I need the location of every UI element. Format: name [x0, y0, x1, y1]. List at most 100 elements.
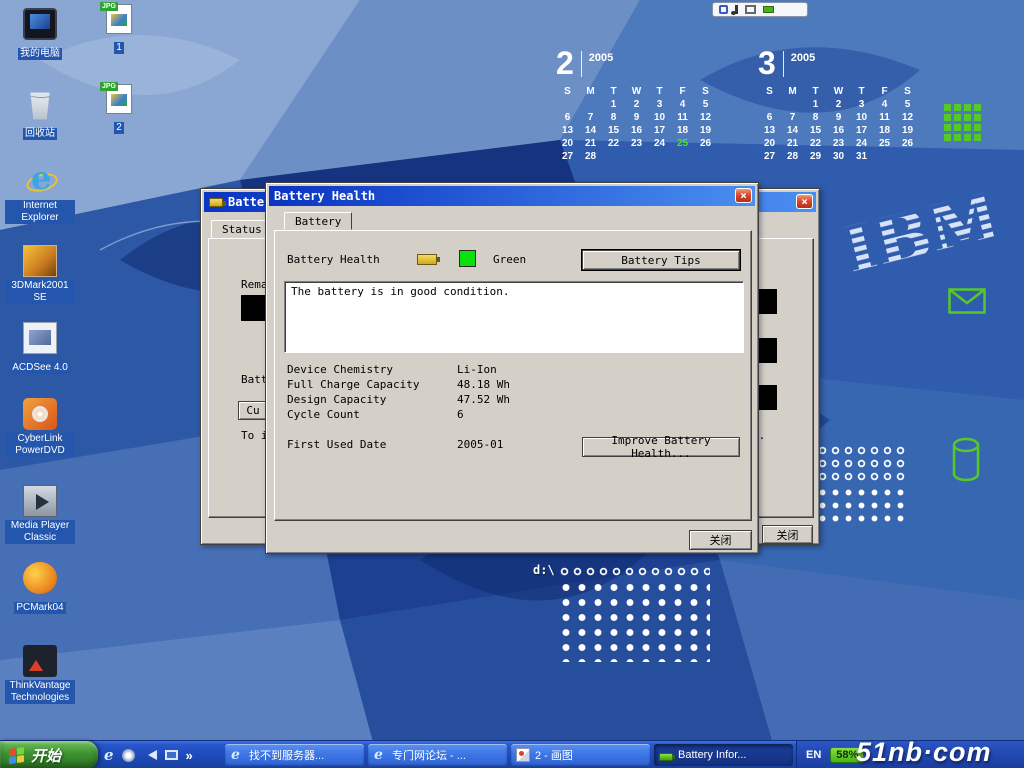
calendar-divider [581, 51, 582, 77]
calendar-date: 3 [648, 99, 671, 110]
file-icon-label: 2 [114, 122, 124, 134]
quick-launch-overflow-icon[interactable]: » [186, 748, 193, 763]
calendar-year: 2005 [791, 52, 815, 64]
desktop-icon-mpc[interactable]: Media Player Classic [4, 485, 76, 545]
desktop-file-column: 12 [96, 0, 142, 200]
cycle-button[interactable]: Cu [238, 401, 268, 420]
battery-health-titlebar[interactable]: Battery Health [269, 186, 755, 206]
field-row: Full Charge Capacity48.18 Wh [287, 378, 741, 392]
taskbar: 开始 » 找不到服务器... 专门网论坛 - ... 2 - 画图 Battery I… [0, 740, 1024, 768]
powerdvd-icon [23, 398, 57, 430]
desktop-icon-3dmark[interactable]: 3DMark2001 SE [4, 245, 76, 305]
taskbar-task-1[interactable]: 找不到服务器... [225, 744, 364, 766]
desktop-icon-label: Media Player Classic [5, 520, 75, 544]
display-icon[interactable] [745, 5, 756, 14]
calendar-date: 29 [804, 151, 827, 162]
dots-pattern-filled-wide [558, 580, 710, 662]
system-tray: EN 58% [796, 741, 1024, 768]
calendar-date: 28 [579, 151, 602, 162]
condition-textbox[interactable]: The battery is in good condition. [284, 281, 744, 353]
drive-label: d:\ [533, 563, 555, 577]
desktop-icon-label: PCMark04 [14, 602, 65, 614]
file-icon-jpg[interactable]: 2 [96, 84, 142, 135]
desktop-icon-thinkvantage[interactable]: ThinkVantage Technologies [4, 645, 76, 705]
calendar-month-number: 2 [556, 48, 574, 78]
desktop-icon-label: 回收站 [23, 128, 57, 140]
plug-icon[interactable] [719, 5, 728, 14]
calendar-day-header: M [579, 86, 602, 97]
calendar-day-header: T [804, 86, 827, 97]
calendar-day-header: F [873, 86, 896, 97]
taskbar-task-3[interactable]: 2 - 画图 [511, 744, 650, 766]
desktop-show-icon[interactable] [165, 750, 178, 760]
start-button[interactable]: 开始 [0, 741, 98, 768]
calendar-month-3: 32005SMTWTFS1234567891011121314151617181… [758, 48, 930, 162]
internet-explorer-icon[interactable] [104, 746, 114, 765]
calendar-date: 20 [556, 138, 579, 149]
calendar-day-header: T [850, 86, 873, 97]
battery-glyph-icon [417, 254, 437, 265]
field-value: 47.52 Wh [457, 393, 510, 406]
calendar-date [758, 99, 781, 110]
battery-app-icon [209, 198, 223, 207]
calendar-date [556, 99, 579, 110]
calendar-day-header: M [781, 86, 804, 97]
calendar-date: 25 [873, 138, 896, 149]
calendar-date: 26 [896, 138, 919, 149]
note-label: To i [241, 429, 268, 442]
task-label: 找不到服务器... [249, 747, 324, 763]
tray-battery-indicator[interactable]: 58% [830, 747, 864, 763]
first-used-label: First Used Date [287, 438, 386, 451]
health-status-indicator [459, 250, 476, 267]
calendar-date: 15 [602, 125, 625, 136]
desktop-icon-label: 3DMark2001 SE [5, 280, 75, 304]
language-indicator[interactable]: EN [806, 749, 821, 761]
pcmark-icon [23, 562, 57, 594]
taskbar-task-2[interactable]: 专门网论坛 - ... [368, 744, 507, 766]
calendar-date [671, 151, 694, 162]
calendar-date: 19 [694, 125, 717, 136]
desktop-icon-acdsee[interactable]: ACDSee 4.0 [4, 322, 76, 375]
music-note-icon[interactable] [735, 5, 738, 14]
desktop-icon-ie[interactable]: Internet Explorer [4, 165, 76, 225]
file-icon-jpg[interactable]: 1 [96, 4, 142, 55]
desktop: IBM d:\ 22005SMTWTFS12345678910111213141… [0, 0, 1024, 768]
close-icon[interactable]: × [735, 188, 752, 203]
desktop-icon-recycle-bin[interactable]: 回收站 [4, 88, 76, 141]
calendar-header: 32005 [758, 48, 930, 80]
calendar-day-header: S [694, 86, 717, 97]
taskbar-task-4[interactable]: Battery Infor... [654, 744, 793, 766]
calendar-date: 7 [579, 112, 602, 123]
calendar-day-header: W [625, 86, 648, 97]
calendar-day-header: F [671, 86, 694, 97]
my-computer-icon [23, 8, 57, 40]
calendar-date: 23 [827, 138, 850, 149]
desktop-icon-powerdvd[interactable]: CyberLink PowerDVD [4, 398, 76, 458]
jpg-file-icon [106, 84, 132, 114]
battery-tips-button[interactable]: Battery Tips [582, 250, 740, 270]
calendar-date: 10 [850, 112, 873, 123]
media-disc-icon[interactable] [122, 749, 135, 762]
desktop-icon-my-computer[interactable]: 我的电脑 [4, 8, 76, 61]
volume-icon[interactable] [143, 750, 157, 760]
task-label: 2 - 画图 [535, 747, 573, 763]
calendar-date: 3 [850, 99, 873, 110]
calendar-date: 11 [873, 112, 896, 123]
calendar-date: 21 [781, 138, 804, 149]
tab-battery[interactable]: Battery [284, 212, 352, 230]
close-icon[interactable]: × [796, 194, 813, 209]
gauge-display [758, 289, 777, 314]
calendar-date [625, 151, 648, 162]
battery-health-dialog[interactable]: Battery Health × Battery Battery Health … [265, 182, 759, 554]
close-button[interactable]: 关闭 [762, 525, 813, 544]
gauge-display [758, 385, 777, 410]
power-toolbar[interactable] [712, 2, 808, 17]
tab-status[interactable]: Status [211, 220, 273, 238]
improve-battery-health-button[interactable]: Improve Battery Health... [582, 437, 740, 457]
close-button[interactable]: 关闭 [689, 530, 752, 550]
field-label: Full Charge Capacity [287, 378, 419, 391]
battery-status-icon[interactable] [763, 6, 774, 13]
desktop-icon-label: ACDSee 4.0 [10, 362, 70, 374]
calendar-date: 25 [671, 138, 694, 149]
desktop-icon-pcmark[interactable]: PCMark04 [4, 562, 76, 615]
